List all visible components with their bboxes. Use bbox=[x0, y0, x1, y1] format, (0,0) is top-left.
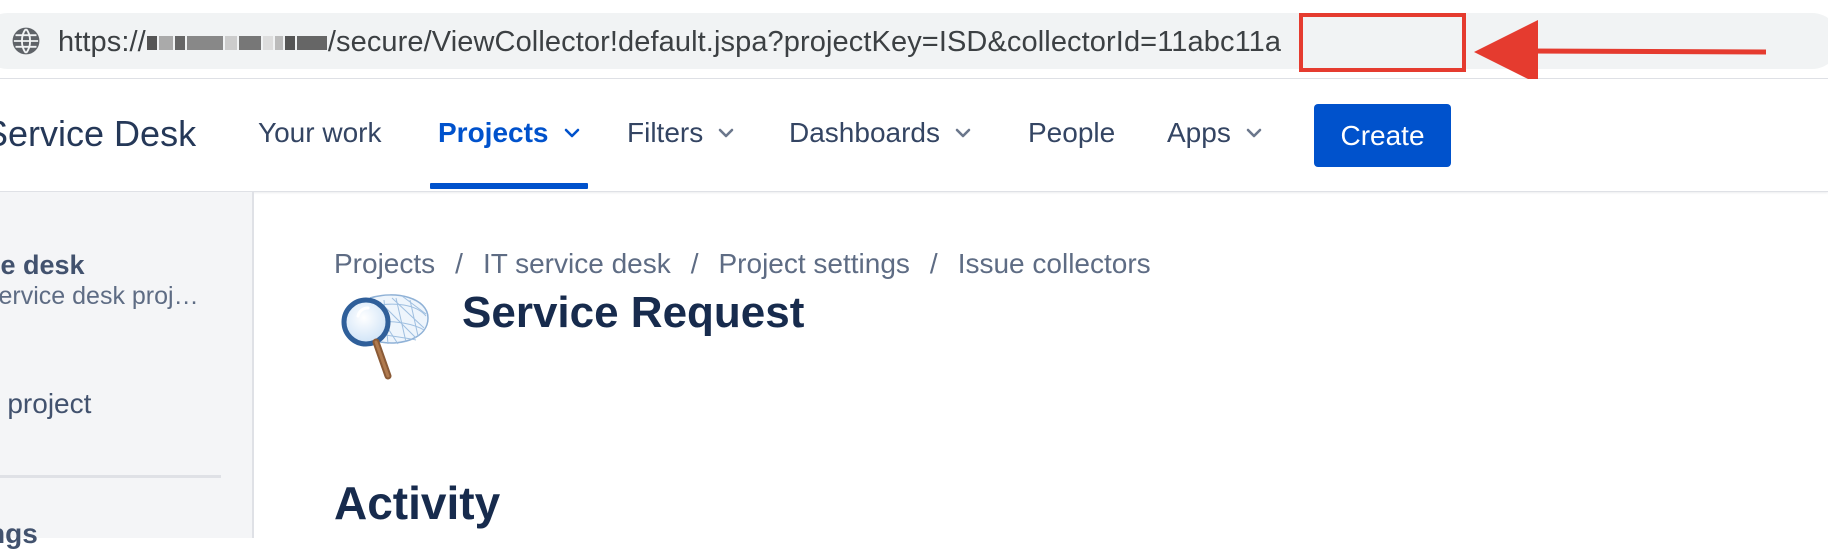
url-collector-id: 11abc11a bbox=[1157, 26, 1282, 58]
url-path: /secure/ViewCollector!default.jspa?proje… bbox=[327, 26, 1158, 58]
sidebar-project-type: service desk proj… bbox=[0, 282, 199, 310]
sidebar-back-to-project-link[interactable]: o project bbox=[0, 388, 91, 420]
url-redacted-host bbox=[146, 26, 328, 58]
bug-net-magnifier-icon bbox=[341, 294, 429, 380]
product-name[interactable]: Service Desk bbox=[0, 113, 196, 155]
nav-item-label: People bbox=[1028, 117, 1116, 148]
sidebar-project-name[interactable]: ice desk bbox=[0, 250, 85, 281]
page-title: Service Request bbox=[462, 288, 805, 337]
chevron-down-icon bbox=[564, 128, 579, 138]
nav-item-label: Dashboards bbox=[789, 117, 940, 148]
browser-address-bar: https:// /secure/ViewCollector!default.js… bbox=[0, 0, 1828, 84]
nav-item-your-work[interactable]: Your work bbox=[258, 117, 381, 149]
breadcrumb-separator: / bbox=[690, 248, 699, 279]
red-arrow-annotation bbox=[1474, 20, 1767, 84]
breadcrumb-project-settings[interactable]: Project settings bbox=[719, 248, 910, 280]
breadcrumb-issue-collectors[interactable]: Issue collectors bbox=[958, 248, 1151, 280]
nav-item-label: Your work bbox=[258, 117, 382, 148]
url-prefix: https:// bbox=[58, 26, 146, 58]
chevron-down-icon bbox=[1246, 128, 1262, 138]
breadcrumb-it-service-desk[interactable]: IT service desk bbox=[483, 248, 671, 280]
nav-item-label: Filters bbox=[627, 117, 704, 148]
nav-item-label: Apps bbox=[1167, 117, 1231, 148]
annotation-highlight-box bbox=[1299, 13, 1466, 72]
url-text[interactable]: https:// /secure/ViewCollector!default.js… bbox=[58, 22, 1281, 62]
nav-item-filters[interactable]: Filters bbox=[627, 117, 735, 149]
project-sidebar: ice desk service desk proj… o project ng… bbox=[0, 192, 254, 549]
breadcrumb-separator: / bbox=[455, 248, 463, 279]
active-tab-indicator bbox=[430, 183, 588, 189]
nav-item-people[interactable]: People bbox=[1028, 117, 1115, 149]
top-navigation: Service Desk Your work Projects Filters … bbox=[0, 79, 1828, 192]
nav-item-dashboards[interactable]: Dashboards bbox=[789, 117, 972, 149]
nav-item-projects[interactable]: Projects bbox=[438, 117, 581, 149]
breadcrumb: Projects / IT service desk / Project set… bbox=[334, 248, 1151, 280]
chevron-down-icon bbox=[718, 128, 734, 138]
breadcrumb-separator: / bbox=[929, 248, 938, 279]
sidebar-settings-heading: ngs bbox=[0, 518, 38, 549]
sidebar-divider bbox=[0, 475, 221, 478]
nav-item-apps[interactable]: Apps bbox=[1167, 117, 1263, 149]
chevron-down-icon bbox=[955, 128, 971, 138]
globe-icon bbox=[12, 27, 40, 55]
create-button[interactable]: Create bbox=[1314, 104, 1451, 167]
section-heading-activity: Activity bbox=[334, 477, 501, 529]
nav-item-label: Projects bbox=[438, 117, 549, 148]
breadcrumb-projects[interactable]: Projects bbox=[334, 248, 435, 280]
